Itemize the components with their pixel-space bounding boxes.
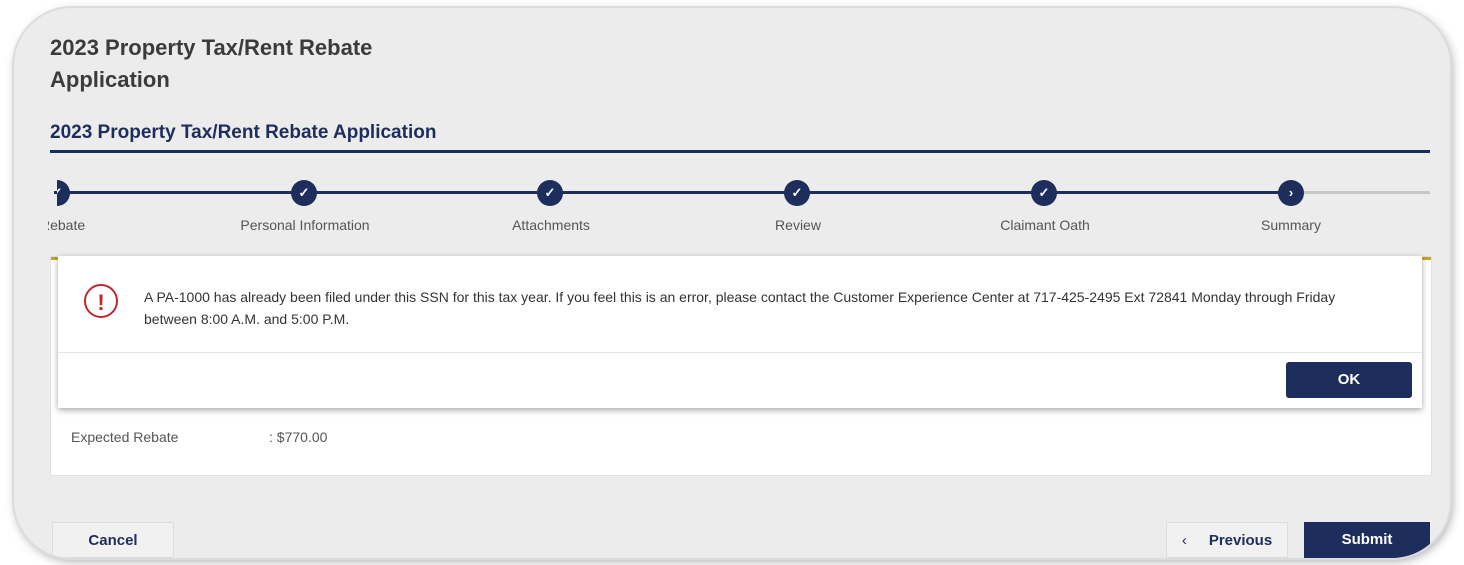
step-personal-information-check-icon[interactable]: ✓ <box>291 180 317 206</box>
page-title-line1: 2023 Property Tax/Rent Rebate <box>50 35 373 60</box>
step-label-personal-information[interactable]: Personal Information <box>240 217 369 233</box>
submit-button[interactable]: Submit <box>1304 522 1430 558</box>
ok-button[interactable]: OK <box>1286 362 1412 398</box>
progress-stepper: ✓ ✓ ✓ ✓ ✓ › Rebate Personal Information … <box>14 176 1450 236</box>
step-claimant-oath-check-icon[interactable]: ✓ <box>1031 180 1057 206</box>
section-title: 2023 Property Tax/Rent Rebate Applicatio… <box>50 122 437 143</box>
error-dialog: ! A PA-1000 has already been filed under… <box>58 256 1422 408</box>
error-message: A PA-1000 has already been filed under t… <box>144 289 1336 327</box>
section-divider <box>50 150 1430 153</box>
step-label-claimant-oath[interactable]: Claimant Oath <box>1000 217 1089 233</box>
expected-rebate-label: Expected Rebate <box>71 429 179 445</box>
step-rebate-check-icon[interactable]: ✓ <box>57 180 70 206</box>
step-label-review[interactable]: Review <box>775 217 821 233</box>
step-label-summary[interactable]: Summary <box>1261 217 1321 233</box>
stepper-line-remaining <box>1304 191 1430 194</box>
step-summary-chevron-right-icon[interactable]: › <box>1278 180 1304 206</box>
step-label-rebate[interactable]: Rebate <box>48 217 85 233</box>
step-attachments-check-icon[interactable]: ✓ <box>537 180 563 206</box>
page-title: 2023 Property Tax/Rent Rebate Applicatio… <box>50 32 430 96</box>
error-dialog-body: ! A PA-1000 has already been filed under… <box>58 256 1422 353</box>
expected-rebate-value: : $770.00 <box>269 429 328 445</box>
stepper-line-complete <box>54 191 1296 194</box>
exclamation-icon: ! <box>84 284 118 318</box>
page-title-line2: Application <box>50 67 170 92</box>
chevron-left-icon: ‹ <box>1181 532 1187 549</box>
application-window: 2023 Property Tax/Rent Rebate Applicatio… <box>14 8 1450 558</box>
step-review-check-icon[interactable]: ✓ <box>784 180 810 206</box>
cancel-button[interactable]: Cancel <box>52 522 174 558</box>
previous-button[interactable]: ‹ Previous <box>1166 522 1288 558</box>
step-label-attachments[interactable]: Attachments <box>512 217 590 233</box>
previous-button-label: Previous <box>1208 532 1273 549</box>
